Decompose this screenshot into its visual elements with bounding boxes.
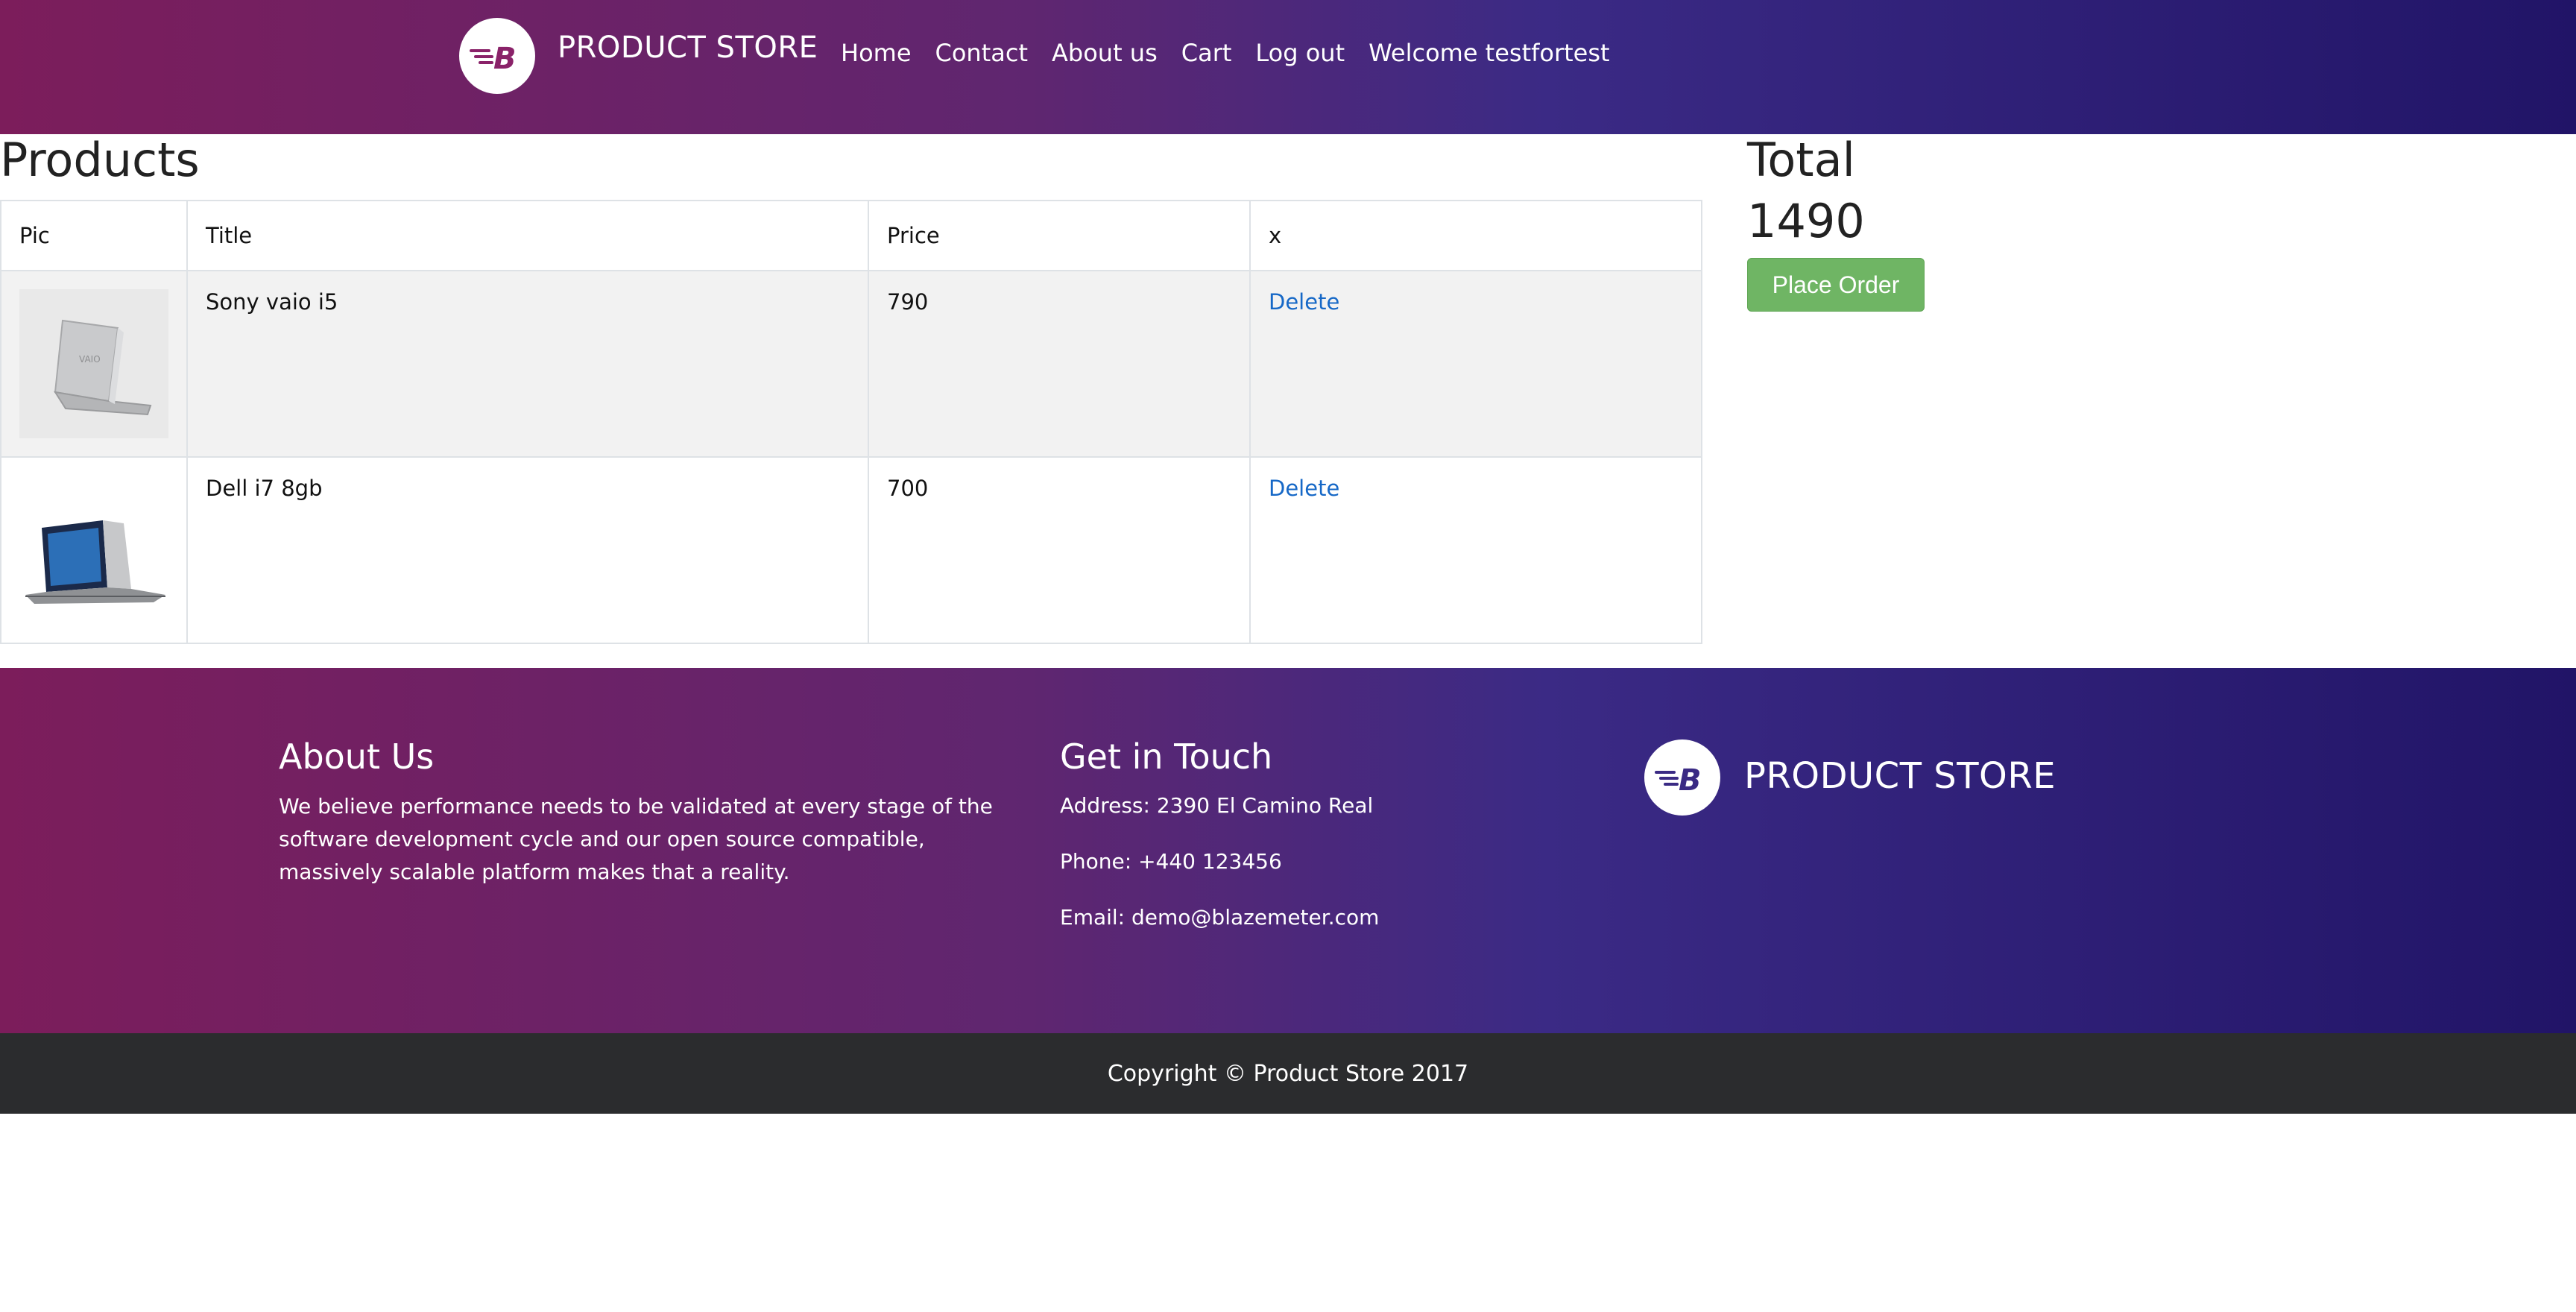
table-header-row: Pic Title Price x [0,200,1702,271]
nav-log-out[interactable]: Log out [1255,39,1345,67]
product-image-sony-vaio: VAIO [19,289,168,438]
table-row: VAIO Sony vaio i5 790 Delete [0,270,1702,458]
action-cell: Delete [1249,270,1702,458]
nav-welcome-user[interactable]: Welcome testfortest [1368,39,1609,67]
total-heading: Total [1747,133,1855,187]
column-header-title: Title [186,200,869,271]
product-price: 700 [868,456,1251,644]
nav-contact[interactable]: Contact [935,39,1029,67]
footer-contact-section: Get in Touch Address: 2390 El Camino Rea… [1060,737,1582,930]
product-price: 790 [868,270,1251,458]
nav-home[interactable]: Home [841,39,912,67]
total-value: 1490 [1747,194,1865,248]
contact-address: Address: 2390 El Camino Real [1060,793,1374,818]
product-pic-cell: VAIO [0,270,188,458]
get-in-touch-heading: Get in Touch [1060,737,1273,777]
footer-about-section: About Us We believe performance needs to… [279,737,1024,889]
nav-cart[interactable]: Cart [1181,39,1232,67]
product-image-dell [19,476,168,625]
contact-phone: Phone: +440 123456 [1060,849,1282,874]
about-us-heading: About Us [279,737,435,777]
delete-link[interactable]: Delete [1269,289,1339,315]
svg-text:B: B [1679,763,1702,796]
column-header-price: Price [868,200,1251,271]
table-row: Dell i7 8gb 700 Delete [0,456,1702,644]
svg-text:B: B [493,42,517,75]
column-header-x: x [1249,200,1702,271]
about-us-text: We believe performance needs to be valid… [279,794,993,884]
copyright-text: Copyright © Product Store 2017 [1107,1060,1469,1087]
footer-brand: B PRODUCT STORE [1644,739,2056,816]
copyright-bar: Copyright © Product Store 2017 [0,1033,2576,1114]
brand-name: PRODUCT STORE [558,31,818,65]
product-title: Sony vaio i5 [186,270,869,458]
delete-link[interactable]: Delete [1269,476,1339,501]
action-cell: Delete [1249,456,1702,644]
products-heading: Products [0,133,200,187]
product-pic-cell [0,456,188,644]
logo-icon: B [459,18,535,94]
navbar: B PRODUCT STORE Home Contact About us Ca… [0,0,2576,134]
nav-links: Home Contact About us Cart Log out Welco… [841,39,1634,67]
brand-link[interactable]: B PRODUCT STORE [459,18,818,94]
contact-email: Email: demo@blazemeter.com [1060,905,1380,930]
logo-icon: B [1644,739,1720,816]
column-header-pic: Pic [0,200,188,271]
footer-brand-name: PRODUCT STORE [1744,755,2056,797]
place-order-button[interactable]: Place Order [1747,258,1925,312]
nav-about-us[interactable]: About us [1052,39,1158,67]
svg-text:VAIO: VAIO [79,354,101,365]
product-title: Dell i7 8gb [186,456,869,644]
cart-table: Pic Title Price x VAIO Sony vaio i5 790 … [0,200,1702,644]
footer: About Us We believe performance needs to… [0,668,2576,1033]
